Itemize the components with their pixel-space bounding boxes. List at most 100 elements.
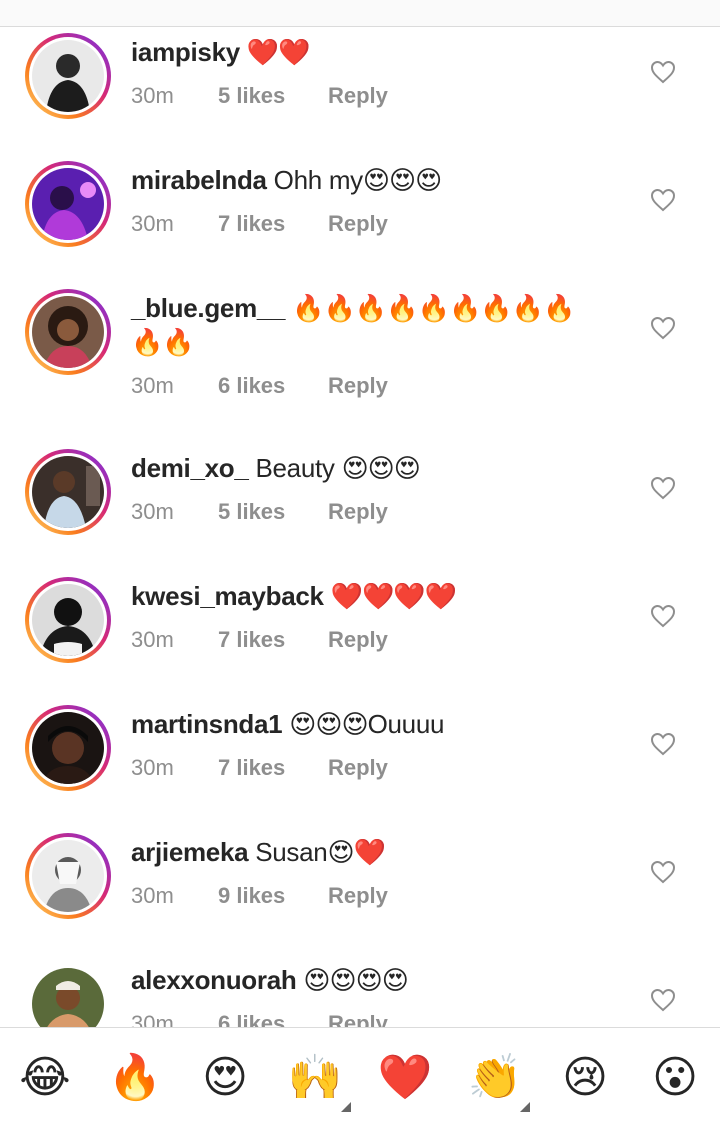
comment-meta: 30m 7 likes Reply [131,753,388,783]
comment-time: 30m [131,627,174,652]
avatar[interactable] [32,296,104,368]
avatar[interactable] [32,456,104,528]
avatar[interactable] [32,40,104,112]
top-bar [0,0,720,27]
comment-line: alexxonuorah 😍😍😍😍 [131,963,631,997]
comment-line: demi_xo_ Beauty 😍😍😍 [131,451,631,485]
avatar[interactable] [32,168,104,240]
comments-list: iampisky ❤️❤️ 30m 5 likes Reply mirabeln… [0,27,720,1027]
story-ring[interactable] [25,289,111,375]
comment-time: 30m [131,83,174,108]
quick-emoji-bar: 😂 🔥 😍 🙌 ❤️ 👏 😢 😮 [0,1027,720,1125]
comment-meta: 30m 5 likes Reply [131,497,388,527]
skin-tone-indicator-icon [520,1102,530,1112]
emoji-crying-button[interactable]: 😢 [555,1050,615,1106]
emoji-tears-of-joy-button[interactable]: 😂 [15,1050,75,1106]
comment-item: _blue.gem__ 🔥🔥🔥🔥🔥🔥🔥🔥🔥 🔥🔥 30m 6 likes Reply [0,283,720,443]
reply-button[interactable]: Reply [328,81,388,111]
emoji-red-heart-button[interactable]: ❤️ [375,1050,435,1106]
comment-meta: 30m 7 likes Reply [131,209,388,239]
reply-button[interactable]: Reply [328,753,388,783]
avatar[interactable] [32,584,104,656]
emoji-heart-eyes-button[interactable]: 😍 [195,1050,255,1106]
emoji-fire-button[interactable]: 🔥 [105,1050,165,1106]
comment-time: 30m [131,883,174,908]
avatar-wrap[interactable] [25,961,111,1027]
comment-text: Ohh my [273,165,364,195]
comment-time: 30m [131,1011,174,1027]
heart-outline-icon[interactable] [650,732,676,756]
likes-count[interactable]: 5 likes [218,497,328,527]
story-ring[interactable] [25,833,111,919]
comment-meta: 30m 6 likes Reply [131,371,388,401]
heart-outline-icon[interactable] [650,188,676,212]
skin-tone-indicator-icon [341,1102,351,1112]
heart-outline-icon[interactable] [650,604,676,628]
likes-count[interactable]: 9 likes [218,881,328,911]
heart-outline-icon[interactable] [650,988,676,1012]
emoji-open-mouth-button[interactable]: 😮 [645,1050,705,1106]
story-ring[interactable] [25,33,111,119]
username[interactable]: iampisky [131,37,240,67]
comment-item: alexxonuorah 😍😍😍😍 30m 6 likes Reply [0,955,720,1027]
comment-text: Susan [255,837,328,867]
comment-time: 30m [131,373,174,398]
comment-item: mirabelnda Ohh my😍😍😍 30m 7 likes Reply [0,155,720,283]
avatar-image [32,840,104,912]
likes-count[interactable]: 6 likes [218,371,328,401]
comment-text: Ouuuu [367,709,445,739]
comment-text: Beauty [255,453,335,483]
username[interactable]: _blue.gem__ [131,293,286,323]
comment-item: martinsnda1 😍😍😍Ouuuu 30m 7 likes Reply [0,699,720,827]
comment-meta: 30m 9 likes Reply [131,881,388,911]
story-ring[interactable] [25,161,111,247]
emoji-clapping-button[interactable]: 👏 [465,1050,525,1106]
reply-button[interactable]: Reply [328,881,388,911]
likes-count[interactable]: 7 likes [218,625,328,655]
username[interactable]: kwesi_mayback [131,581,324,611]
comment-line: mirabelnda Ohh my😍😍😍 [131,163,631,197]
username[interactable]: mirabelnda [131,165,267,195]
comment-emoji: ❤️❤️❤️❤️ [330,581,457,611]
username[interactable]: demi_xo_ [131,453,249,483]
avatar-image [32,40,104,112]
comment-item: kwesi_mayback ❤️❤️❤️❤️ 30m 7 likes Reply [0,571,720,699]
avatar[interactable] [32,968,104,1027]
avatar[interactable] [32,840,104,912]
likes-count[interactable]: 7 likes [218,753,328,783]
comment-time: 30m [131,211,174,236]
comment-meta: 30m 7 likes Reply [131,625,388,655]
comment-emoji: ❤️❤️ [246,37,311,67]
comment-emoji: 😍😍😍 [341,453,421,483]
comment-time: 30m [131,755,174,780]
username[interactable]: alexxonuorah [131,965,297,995]
comment-line: iampisky ❤️❤️ [131,35,631,69]
avatar[interactable] [32,712,104,784]
comment-emoji: 😍😍😍 [362,165,442,195]
likes-count[interactable]: 6 likes [218,1009,328,1027]
heart-outline-icon[interactable] [650,60,676,84]
username[interactable]: martinsnda1 [131,709,283,739]
reply-button[interactable]: Reply [328,497,388,527]
likes-count[interactable]: 7 likes [218,209,328,239]
reply-button[interactable]: Reply [328,625,388,655]
heart-outline-icon[interactable] [650,316,676,340]
comment-item: arjiemeka Susan😍❤️ 30m 9 likes Reply [0,827,720,955]
story-ring[interactable] [25,577,111,663]
reply-button[interactable]: Reply [328,371,388,401]
avatar-image [32,456,104,528]
story-ring[interactable] [25,705,111,791]
comment-emoji: 🔥🔥 [131,327,195,357]
username[interactable]: arjiemeka [131,837,249,867]
reply-button[interactable]: Reply [328,209,388,239]
comment-line: kwesi_mayback ❤️❤️❤️❤️ [131,579,631,613]
comment-item: iampisky ❤️❤️ 30m 5 likes Reply [0,27,720,155]
heart-outline-icon[interactable] [650,476,676,500]
avatar-image [32,168,104,240]
emoji-raised-hands-button[interactable]: 🙌 [285,1050,345,1106]
heart-outline-icon[interactable] [650,860,676,884]
avatar-image [32,296,104,368]
likes-count[interactable]: 5 likes [218,81,328,111]
story-ring[interactable] [25,449,111,535]
reply-button[interactable]: Reply [328,1009,388,1027]
